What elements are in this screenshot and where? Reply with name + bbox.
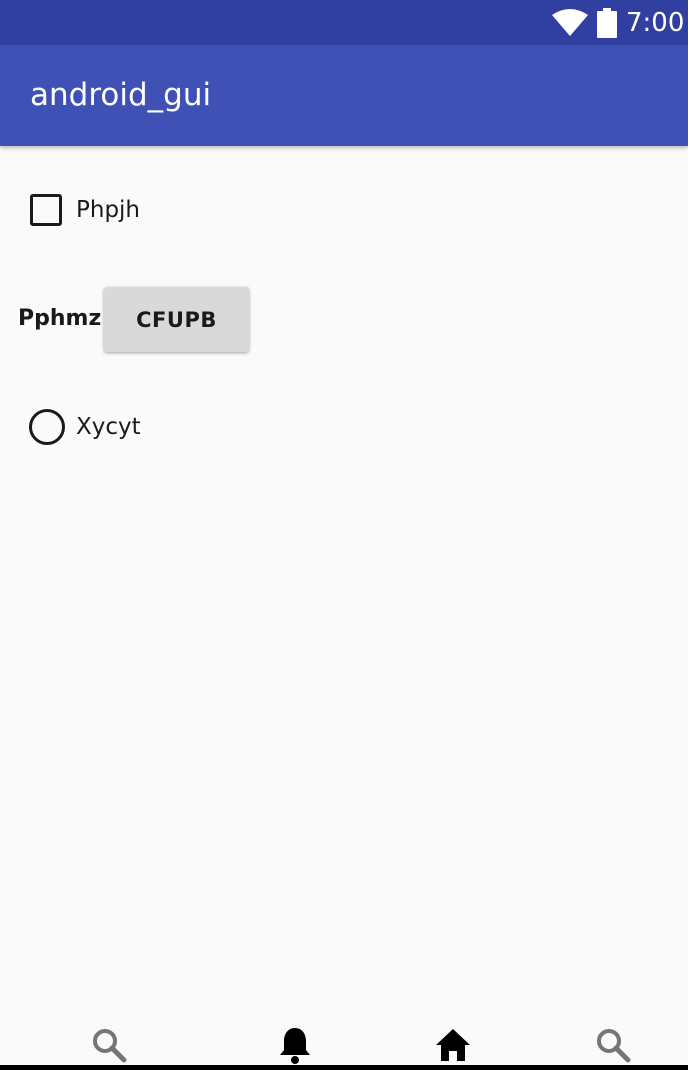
radio-circle[interactable] (29, 409, 65, 445)
nav-home-icon[interactable] (433, 1025, 473, 1065)
nav-search-icon-2[interactable] (593, 1025, 633, 1065)
status-bar: 7:00 (0, 0, 688, 45)
screen: 7:00 android_gui Phpjh Pphmz CFUPB Xycyt (0, 0, 688, 1070)
bottom-nav (0, 1015, 688, 1065)
checkbox-label: Phpjh (76, 197, 141, 223)
cfupb-button[interactable]: CFUPB (104, 287, 249, 352)
radio-xycyt[interactable]: Xycyt (29, 409, 141, 445)
checkbox-phpjh[interactable]: Phpjh (30, 193, 140, 227)
app-bar: android_gui (0, 45, 688, 146)
app-title: android_gui (30, 77, 212, 113)
status-time: 7:00 (626, 8, 685, 38)
nav-bell-icon[interactable] (275, 1025, 315, 1065)
checkbox-box[interactable] (30, 194, 62, 226)
nav-search-icon[interactable] (89, 1025, 129, 1065)
battery-icon (597, 8, 617, 38)
radio-label: Xycyt (76, 414, 141, 440)
wifi-icon (552, 9, 588, 37)
pphmz-label: Pphmz (18, 306, 102, 331)
bottom-divider (0, 1065, 688, 1070)
